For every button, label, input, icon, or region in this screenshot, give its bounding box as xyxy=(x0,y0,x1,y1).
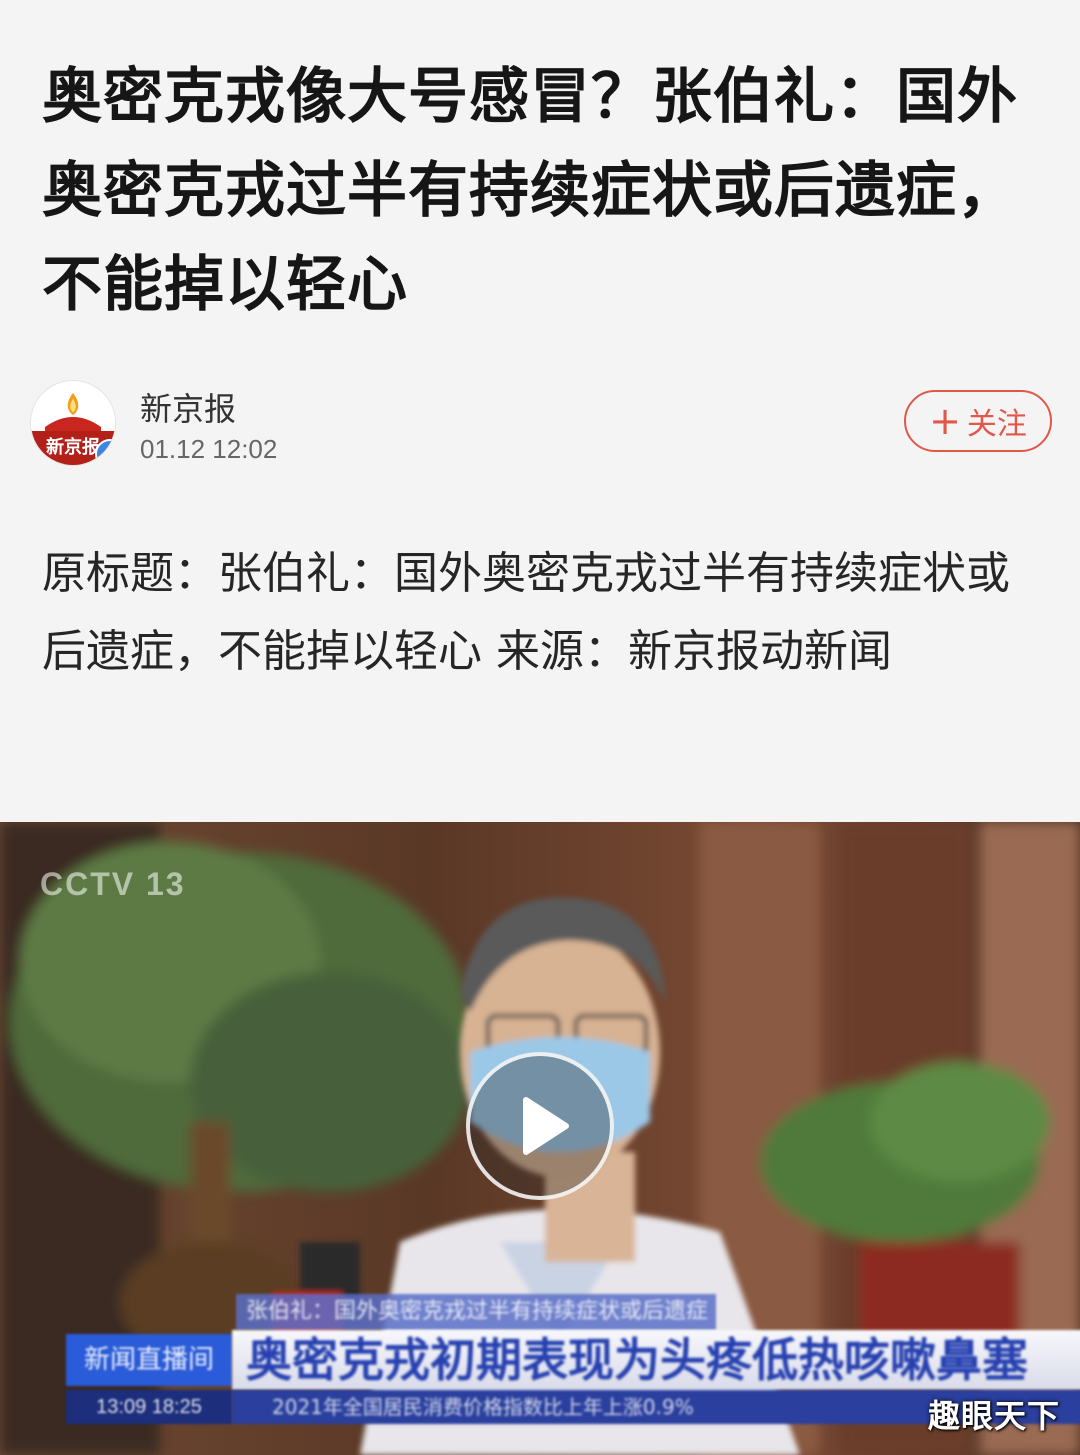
verified-check-icon: ✓ xyxy=(95,439,115,465)
news-caption-main: 奥密克戎初期表现为头疼低热咳嗽鼻塞 xyxy=(232,1330,1080,1390)
follow-label: 关注 xyxy=(966,407,1027,442)
article-headline: 奥密克戎像大号感冒？张伯礼：国外奥密克戎过半有持续症状或后遗症，不能掉以轻心 xyxy=(42,62,1018,320)
news-clock: 13:09 18:25 xyxy=(66,1390,232,1424)
author-name[interactable]: 新京报 xyxy=(140,384,236,430)
channel-logo: CCTV 13 xyxy=(40,866,186,902)
news-caption-top: 张伯礼：国外奥密克戎过半有持续症状或后遗症 xyxy=(236,1294,716,1330)
play-icon xyxy=(523,1097,569,1155)
follow-button[interactable]: + 关注 xyxy=(904,390,1052,452)
news-program-tag: 新闻直播间 xyxy=(66,1334,232,1386)
watermark: 趣眼天下 xyxy=(927,1397,1060,1435)
avatar-text: 新京报 xyxy=(46,436,100,458)
author-row: 新京报 ✓ 新京报 01.12 12:02 + 关注 xyxy=(30,380,1052,470)
plus-icon: + xyxy=(929,399,961,443)
article-body: 原标题：张伯礼：国外奥密克戎过半有持续症状或后遗症，不能掉以轻心 来源：新京报动… xyxy=(42,548,1010,677)
post-timestamp: 01.12 12:02 xyxy=(140,434,278,464)
play-button[interactable] xyxy=(466,1052,614,1200)
author-avatar[interactable]: 新京报 ✓ xyxy=(30,380,116,466)
